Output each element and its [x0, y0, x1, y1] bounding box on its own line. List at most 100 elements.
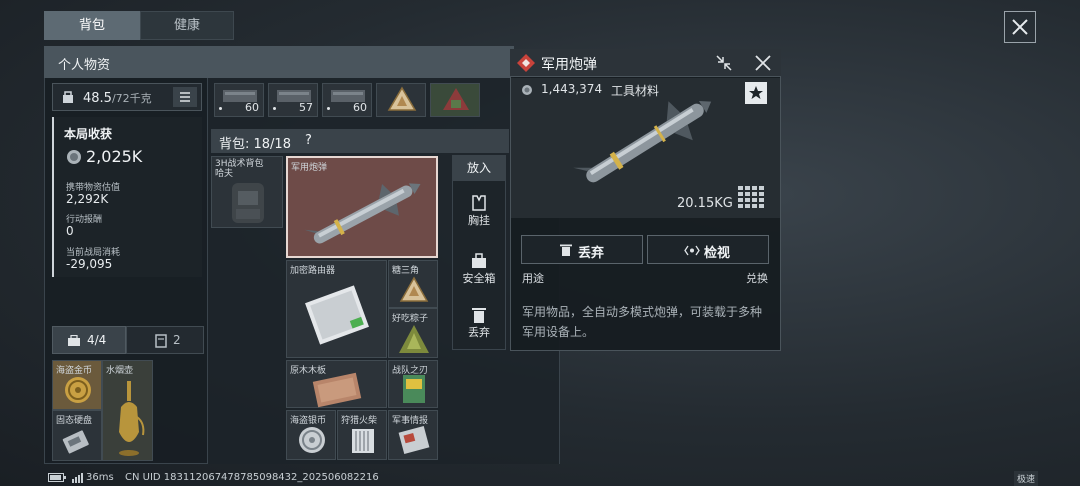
gold-coin-icon [65, 377, 91, 403]
move-to-chest-button[interactable]: 胸挂 [452, 190, 506, 234]
weight-max: /72千克 [111, 92, 152, 105]
item-team-blade[interactable]: 战队之刃 [388, 360, 438, 408]
item-wood-plank[interactable]: 原木木板 [286, 360, 387, 408]
discard-action-button[interactable]: 丢弃 [452, 302, 506, 346]
chest-item-3[interactable]: 60 [322, 83, 372, 117]
discard-button[interactable]: 丢弃 [521, 235, 643, 264]
item-military-intel[interactable]: 军事情报 [388, 410, 438, 460]
item-pirate-gold-coin[interactable]: 海盗金币 [52, 360, 102, 410]
item-quantity: 60 [245, 101, 259, 114]
star-icon [749, 86, 763, 99]
mode-badge: 极速 [1014, 471, 1039, 486]
carry-value: 2,292K [66, 192, 109, 206]
reward-value: 0 [66, 224, 74, 238]
inspect-button-label: 检视 [704, 246, 731, 261]
earnings-title: 本局收获 [64, 127, 113, 141]
trash-icon [472, 308, 486, 323]
ping-value: 36ms [86, 472, 114, 483]
exchange-label[interactable]: 兑换 [746, 270, 768, 286]
tab-safe-box[interactable]: 4/4 [52, 326, 126, 354]
item-hookah[interactable]: 水烟壶 [102, 360, 153, 461]
chest-item-triangle[interactable] [376, 83, 426, 117]
cost-value: -29,095 [66, 257, 113, 271]
book-icon [403, 375, 425, 403]
collapse-icon[interactable] [714, 53, 734, 73]
usage-label[interactable]: 用途 [522, 270, 544, 286]
detail-image-area: 1,443,374 工具材料 20.15KG [511, 78, 780, 218]
close-icon[interactable] [752, 52, 774, 74]
missile-icon [304, 183, 421, 244]
matches-icon [352, 429, 374, 453]
pocket-icon [155, 334, 167, 348]
item-description: 军用物品，全自动多模式炮弹，可装载于多种军用设备上。 [522, 305, 763, 339]
zongzi-icon [399, 325, 429, 353]
help-icon[interactable]: ? [305, 133, 312, 148]
tab-safe-count: 4/4 [87, 333, 107, 347]
backpack-header: 背包: 18/18 ? [211, 129, 509, 153]
discard-button-label: 丢弃 [578, 246, 605, 261]
item-hunting-matches[interactable]: 狩猎火柴 [337, 410, 387, 460]
earnings-block: 本局收获 2,025K 携带物资估值 2,292K 行动报酬 0 当前战局消耗 … [52, 117, 202, 277]
uid-text: CN UID 183112067478785098432_20250608221… [125, 472, 379, 483]
silver-coin-icon [299, 427, 325, 453]
rarity-diamond-icon [517, 54, 535, 72]
item-sugar-triangle[interactable]: 糖三角 [388, 260, 438, 308]
page-title: 个人物资 [58, 58, 111, 73]
inspect-button[interactable]: 检视 [647, 235, 769, 264]
tab-health[interactable]: 健康 [140, 11, 234, 40]
detail-weight: 20.15KG [677, 196, 733, 211]
triangle-pastry-icon [387, 86, 417, 111]
safe-label: 安全箱 [462, 272, 496, 285]
detail-title: 军用炮弹 [541, 57, 597, 73]
chest-item-pouch[interactable] [430, 83, 480, 117]
item-military-shell-selected[interactable]: 军用炮弹 [286, 156, 438, 258]
chest-item-1[interactable]: 60 [214, 83, 264, 117]
coin-icon [67, 150, 81, 164]
tab-pocket[interactable]: 2 [126, 326, 204, 354]
wood-plank-icon [312, 372, 362, 408]
chest-label: 胸挂 [468, 214, 490, 227]
personal-supplies-header: 个人物资 [44, 46, 514, 78]
inspect-icon [684, 245, 700, 256]
tab-pocket-count: 2 [173, 333, 181, 347]
status-bar: 36ms CN UID 183112067478785098432_202506… [0, 470, 1080, 486]
list-view-button[interactable] [173, 87, 197, 107]
detail-header: 军用炮弹 [510, 49, 781, 77]
item-quantity: 57 [299, 101, 313, 114]
toolbox-icon [472, 253, 486, 268]
backpack-icon [232, 183, 264, 223]
triangle-pastry-icon [399, 276, 429, 302]
favorite-button[interactable] [745, 82, 767, 104]
vase-icon [119, 381, 145, 456]
intel-icon [398, 426, 430, 454]
item-pirate-silver-coin[interactable]: 海盗银币 [286, 410, 336, 460]
item-encrypted-router[interactable]: 加密路由器 [286, 260, 387, 358]
pouch-icon [443, 88, 469, 110]
move-to-safe-button[interactable]: 安全箱 [452, 248, 506, 292]
battery-icon [48, 473, 66, 482]
ssd-icon [62, 430, 89, 454]
weight-icon [63, 91, 73, 103]
earnings-value: 2,025K [86, 147, 143, 166]
item-zongzi[interactable]: 好吃粽子 [388, 308, 438, 358]
close-button[interactable] [1004, 11, 1036, 43]
list-icon [180, 92, 190, 102]
router-icon [305, 285, 369, 345]
vest-icon [472, 195, 486, 211]
toolbox-icon [68, 335, 80, 346]
discard-label: 丢弃 [468, 326, 490, 339]
coin-icon [522, 85, 532, 95]
put-in-header: 放入 [452, 155, 506, 181]
backpack-title: 背包: 18/18 [219, 137, 291, 152]
close-icon [1012, 19, 1028, 35]
signal-icon [72, 473, 83, 483]
item-ssd[interactable]: 固态硬盘 [52, 410, 102, 461]
tab-backpack[interactable]: 背包 [44, 11, 140, 40]
backpack-container-slot[interactable]: 3H战术背包 哈夫 [211, 156, 283, 228]
item-quantity: 60 [353, 101, 367, 114]
trash-icon [560, 244, 572, 256]
missile-icon [573, 101, 712, 183]
chest-item-2[interactable]: 57 [268, 83, 318, 117]
grid-size-icon [738, 186, 764, 208]
weight-row: 48.5/72千克 [52, 83, 202, 111]
